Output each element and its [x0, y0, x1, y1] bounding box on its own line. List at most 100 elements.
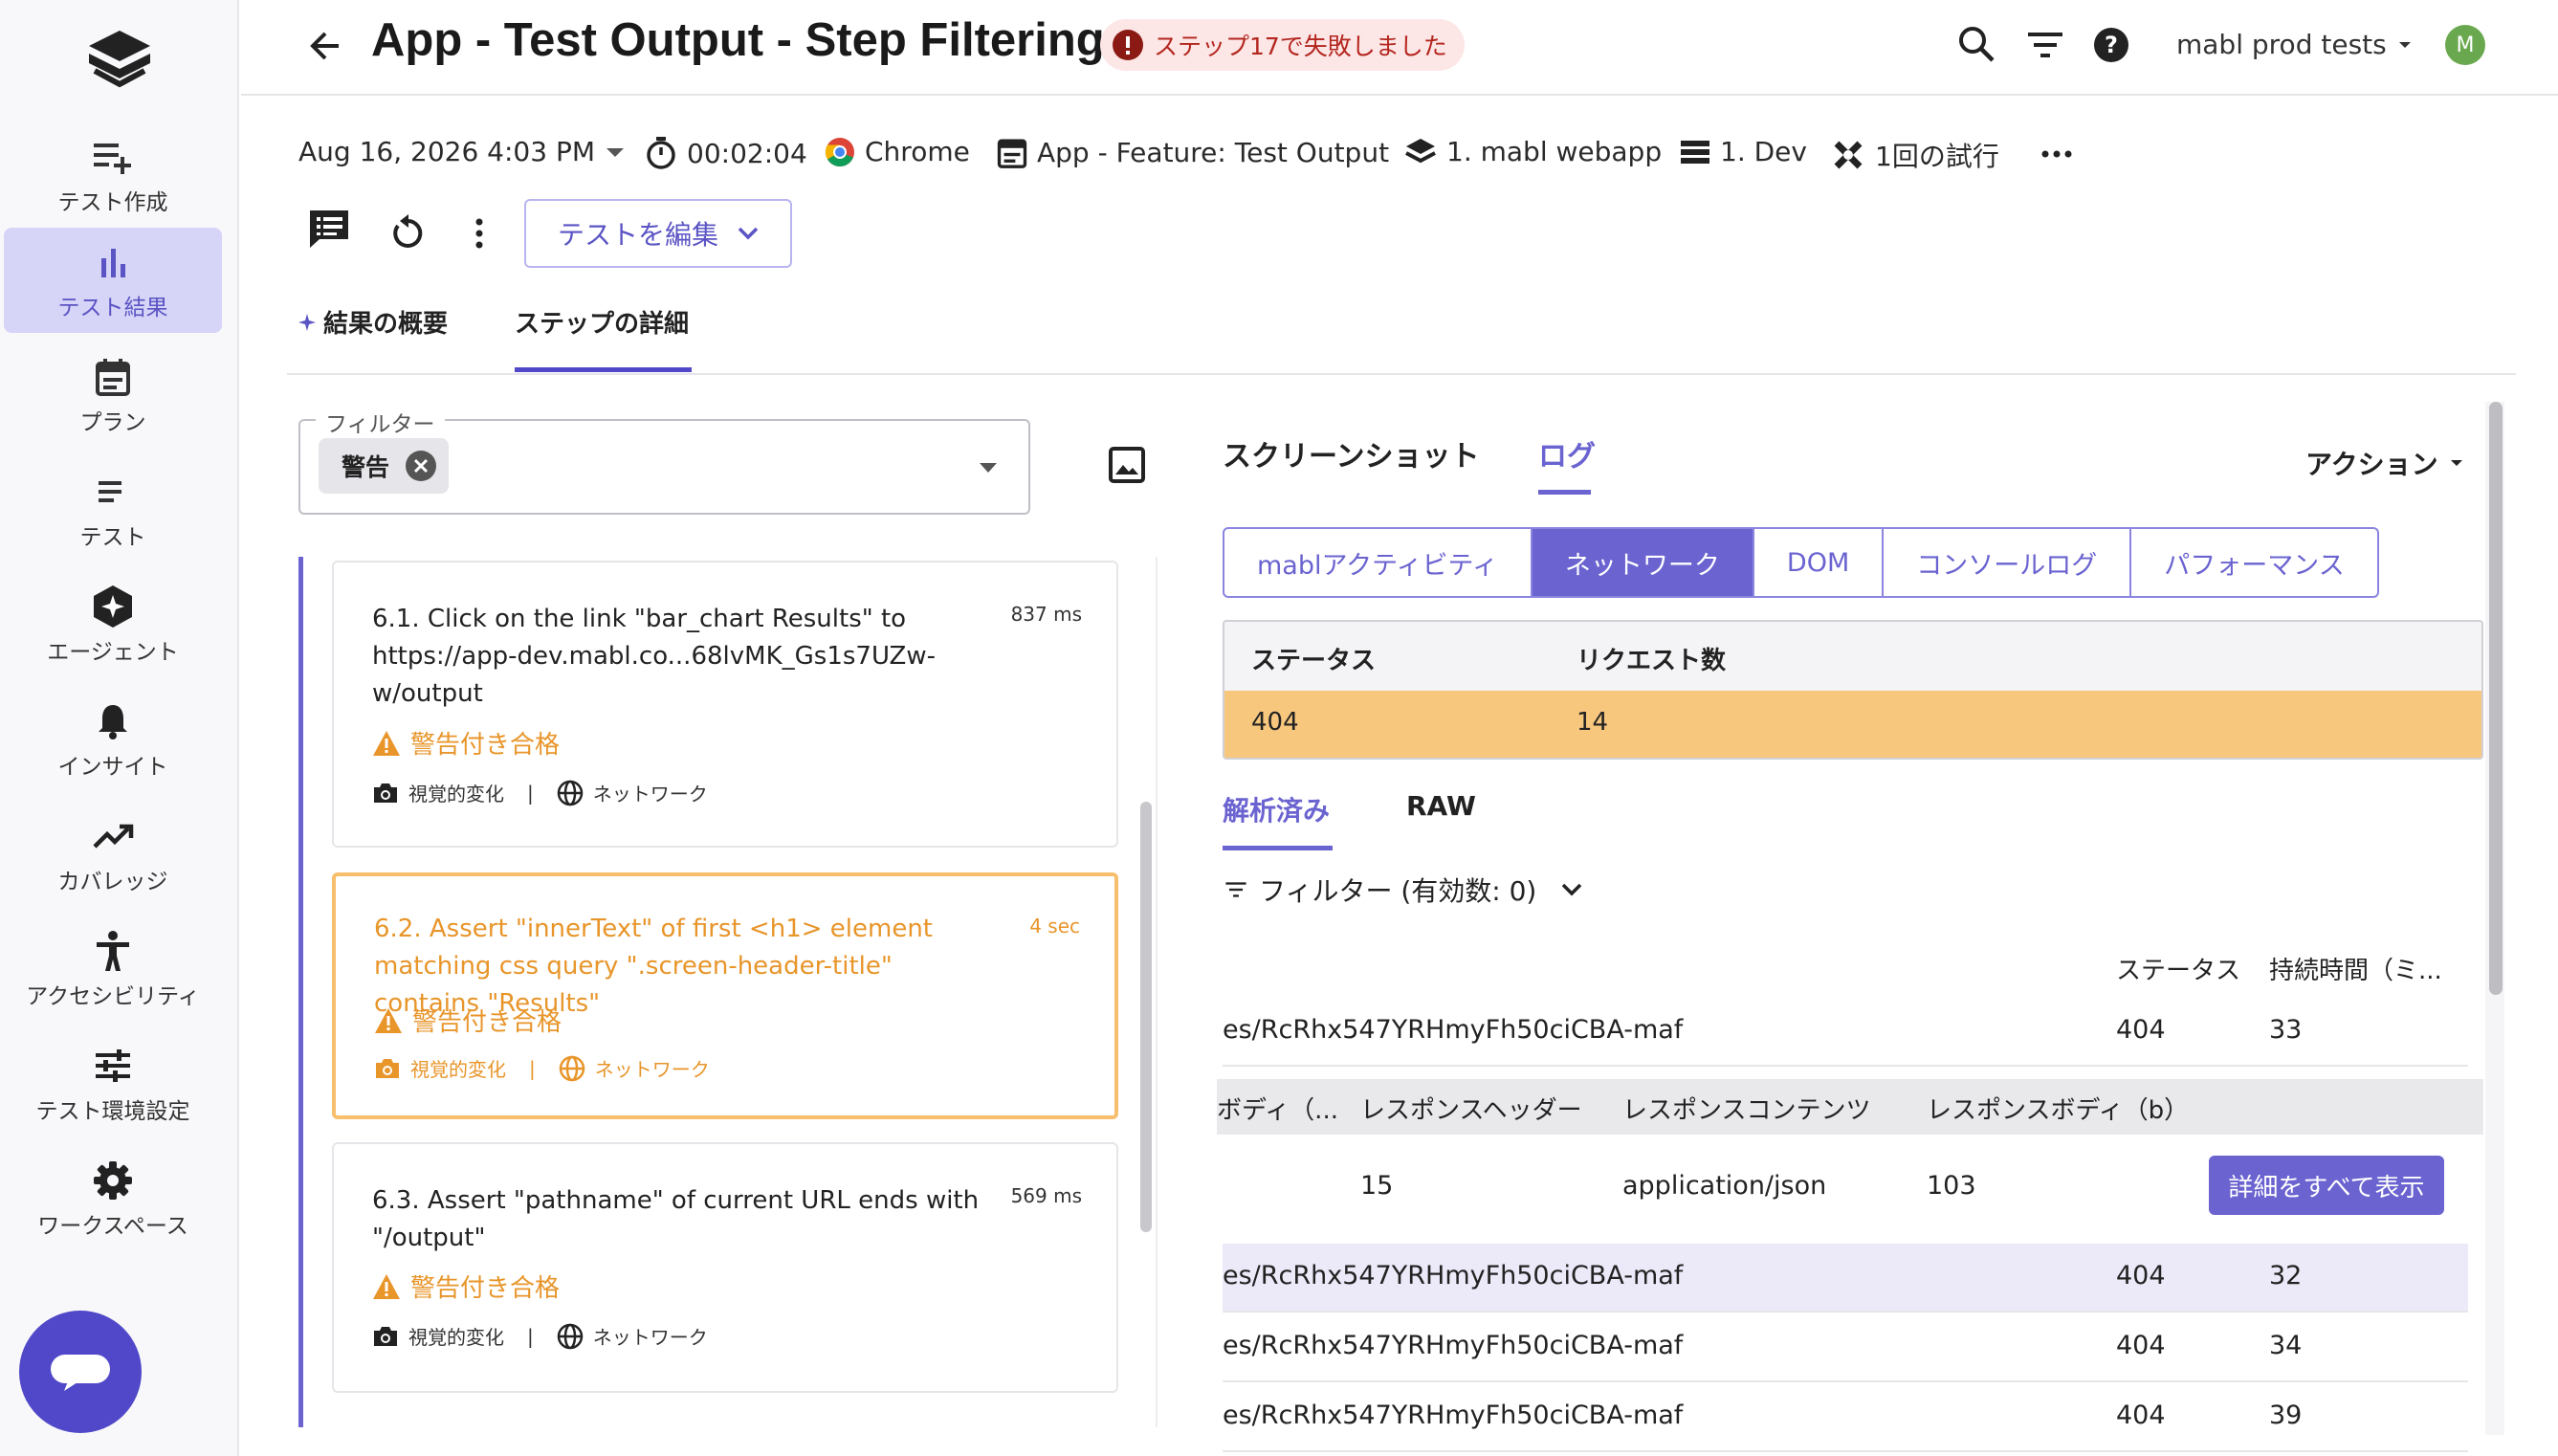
segment-network[interactable]: ネットワーク — [1532, 529, 1754, 596]
request-duration: 33 — [2269, 1015, 2303, 1045]
sidebar-item-label: インサイト — [57, 755, 168, 780]
tab-logs[interactable]: ログ — [1538, 432, 1596, 474]
tab-screenshot[interactable]: スクリーンショット — [1223, 432, 1480, 474]
active-tab-indicator — [515, 367, 692, 372]
agent-icon — [90, 584, 136, 629]
more-horizontal-icon[interactable] — [2041, 149, 2072, 159]
bar-chart-icon — [90, 239, 136, 285]
back-arrow-icon[interactable] — [306, 25, 344, 67]
summary-row[interactable]: 404 14 — [1224, 691, 2481, 758]
request-duration: 32 — [2269, 1261, 2303, 1291]
steps-scroll-track — [1156, 557, 1158, 1427]
sidebar-item-tests[interactable]: テスト — [4, 457, 222, 563]
step-status: 警告付き合格 — [372, 1268, 560, 1304]
step-card[interactable]: 6.1. Click on the link "bar_chart Result… — [332, 561, 1118, 848]
detail-response-content-value: application/json — [1622, 1171, 1827, 1201]
avatar[interactable]: M — [2445, 25, 2485, 65]
detail-header-row: ボディ（... レスポンスヘッダー レスポンスコンテンツ レスポンスボディ（b） — [1217, 1079, 2483, 1135]
chip-remove-icon[interactable] — [405, 450, 437, 482]
column-duration-header[interactable]: 持続時間（ミ... — [2269, 951, 2442, 986]
svg-text:?: ? — [2105, 32, 2118, 58]
filter-icon — [1225, 882, 1246, 897]
camera-icon — [374, 1326, 397, 1346]
playlist-add-icon — [90, 134, 136, 180]
chat-launcher-button[interactable] — [19, 1311, 142, 1433]
step-duration: 837 ms — [1010, 603, 1082, 626]
step-card-selected[interactable]: 6.2. Assert "innerText" of first <h1> el… — [332, 872, 1118, 1119]
subtab-parsed[interactable]: 解析済み — [1223, 790, 1330, 828]
more-vertical-icon[interactable] — [474, 218, 484, 249]
warning-icon — [375, 1007, 402, 1033]
tabs-divider — [287, 373, 2516, 375]
help-icon[interactable]: ? — [2093, 27, 2129, 63]
detail-header-response-headers: レスポンスヘッダー — [1360, 1096, 1582, 1125]
run-environment[interactable]: 1. Dev — [1680, 136, 1807, 167]
step-tags: 視覚的変化 | ネットワーク — [374, 1054, 710, 1082]
edit-test-button[interactable]: テストを編集 — [524, 199, 792, 268]
network-request-row[interactable]: es/RcRhx547YRHmyFh50ciCBA-maf 404 34 — [1223, 1313, 2468, 1382]
logs-scrollbar[interactable] — [2489, 402, 2503, 995]
sparkle-icon — [298, 313, 316, 331]
detail-response-body-value: 103 — [1927, 1171, 1976, 1201]
bell-icon — [90, 698, 136, 744]
step-tags: 視覚的変化 | ネットワーク — [372, 779, 708, 806]
workspace-selector[interactable]: mabl prod tests — [2176, 29, 2412, 60]
sidebar-item-label: テスト環境設定 — [35, 1099, 190, 1124]
step-duration: 569 ms — [1010, 1184, 1082, 1207]
tab-summary[interactable]: 結果の概要 — [298, 304, 448, 340]
search-icon[interactable] — [1957, 25, 1996, 63]
detail-header-response-body: レスポンスボディ（b） — [1927, 1096, 2190, 1125]
layers-icon — [1405, 138, 1436, 163]
sidebar-item-label: ワークスペース — [37, 1214, 188, 1239]
accessibility-icon — [90, 928, 136, 974]
active-logs-indicator — [1538, 490, 1591, 495]
steps-scrollbar[interactable] — [1140, 802, 1152, 1232]
network-filter-toggle[interactable]: フィルター (有効数: 0) — [1224, 871, 1582, 909]
network-summary-table: ステータス リクエスト数 404 14 — [1223, 620, 2483, 760]
segment-console-logs[interactable]: コンソールログ — [1884, 529, 2132, 596]
segment-dom[interactable]: DOM — [1754, 529, 1885, 596]
active-subtab-indicator — [1223, 846, 1333, 850]
datetime-selector[interactable]: Aug 16, 2026 4:03 PM — [298, 136, 626, 167]
chevron-down-icon — [1562, 883, 1582, 896]
filter-icon[interactable] — [2026, 29, 2064, 61]
mabl-logo-icon[interactable] — [81, 27, 158, 94]
caret-down-icon — [2450, 460, 2462, 466]
chat-bubble-icon — [49, 1351, 112, 1393]
sidebar-item-workspace[interactable]: ワークスペース — [4, 1146, 222, 1251]
subtab-raw[interactable]: RAW — [1406, 790, 1476, 822]
sidebar-item-environment-settings[interactable]: テスト環境設定 — [4, 1031, 222, 1136]
network-request-row[interactable]: es/RcRhx547YRHmyFh50ciCBA-maf 404 33 — [1223, 998, 2468, 1067]
sidebar-item-test-results[interactable]: テスト結果 — [4, 228, 222, 333]
detail-header-body: ボディ（... — [1217, 1096, 1338, 1125]
sidebar-item-insights[interactable]: インサイト — [4, 687, 222, 792]
network-request-row[interactable]: es/RcRhx547YRHmyFh50ciCBA-maf 404 39 — [1223, 1383, 2468, 1452]
network-request-row-highlighted[interactable]: es/RcRhx547YRHmyFh50ciCBA-maf 404 32 — [1223, 1244, 2468, 1313]
column-status-header[interactable]: ステータス — [2116, 951, 2240, 986]
globe-icon — [557, 780, 583, 805]
image-view-icon[interactable] — [1108, 446, 1146, 484]
run-plan-link[interactable]: App - Feature: Test Output — [997, 136, 1389, 168]
comments-icon[interactable] — [308, 209, 350, 249]
segment-mabl-activity[interactable]: mablアクティビティ — [1224, 529, 1533, 596]
segment-performance[interactable]: パフォーマンス — [2131, 529, 2376, 596]
step-card[interactable]: 6.3. Assert "pathname" of current URL en… — [332, 1142, 1118, 1393]
sidebar-item-create-test[interactable]: テスト作成 — [4, 122, 222, 228]
run-duration: 00:02:04 — [645, 136, 807, 170]
show-all-details-button[interactable]: 詳細をすべて表示 — [2209, 1156, 2444, 1215]
failure-status-badge: ステップ17で失敗しました — [1100, 19, 1465, 71]
sidebar-item-agents[interactable]: エージェント — [4, 572, 222, 677]
sidebar-item-coverage[interactable]: カバレッジ — [4, 802, 222, 907]
calendar-icon — [997, 139, 1027, 168]
request-url: es/RcRhx547YRHmyFh50ciCBA-maf — [1223, 1015, 1684, 1045]
chrome-icon — [825, 137, 854, 166]
globe-icon — [557, 1323, 583, 1349]
sidebar-item-accessibility[interactable]: アクセシビリティ — [4, 916, 222, 1022]
request-status: 404 — [2116, 1261, 2166, 1291]
actions-menu[interactable]: アクション — [2305, 444, 2463, 482]
rerun-icon[interactable] — [390, 212, 427, 251]
tab-step-details[interactable]: ステップの詳細 — [515, 304, 689, 340]
run-application[interactable]: 1. mabl webapp — [1404, 136, 1662, 167]
sidebar-item-plans[interactable]: プラン — [4, 342, 222, 448]
filter-dropdown-caret-icon[interactable] — [978, 461, 999, 474]
